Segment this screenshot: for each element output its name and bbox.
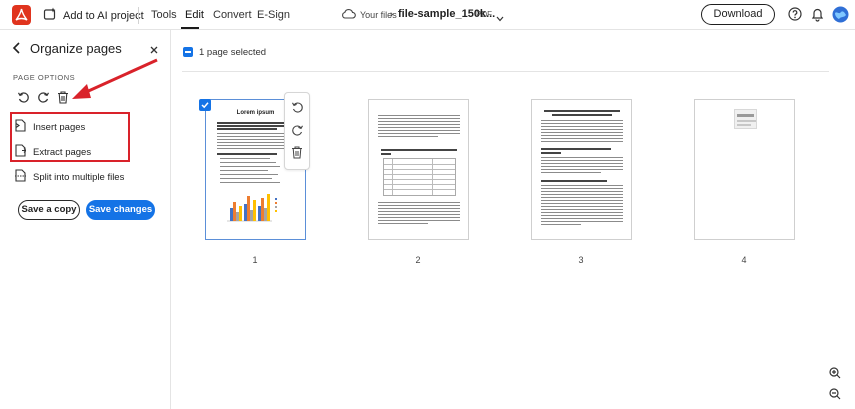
page-thumbnail-3[interactable]	[531, 99, 632, 240]
save-a-copy-button[interactable]: Save a copy	[18, 200, 80, 220]
divider	[138, 7, 139, 24]
notifications-bell-icon[interactable]	[811, 7, 824, 25]
delete-trash-icon[interactable]	[57, 91, 69, 107]
breadcrumb-separator: ›	[390, 9, 394, 20]
rotate-clockwise-icon[interactable]	[291, 124, 304, 140]
page-number-2: 2	[415, 255, 421, 265]
download-button[interactable]: Download	[701, 4, 775, 25]
divider	[182, 71, 829, 72]
close-icon[interactable]	[150, 43, 158, 57]
zoom-in-icon[interactable]	[829, 367, 841, 382]
save-changes-button[interactable]: Save changes	[86, 200, 155, 220]
insert-page-icon	[15, 119, 26, 135]
page-thumbnail-4[interactable]	[694, 99, 795, 240]
panel-title: Organize pages	[30, 41, 122, 56]
nav-edit[interactable]: Edit	[185, 9, 204, 21]
nav-tools[interactable]: Tools	[151, 9, 177, 21]
acrobat-logo-icon[interactable]	[12, 5, 31, 25]
page-table-figure	[383, 158, 456, 196]
selection-status: 1 page selected	[199, 47, 267, 58]
add-to-ai-project-label: Add to AI project	[63, 9, 144, 22]
page-number-3: 3	[578, 255, 584, 265]
active-tab-indicator	[181, 27, 199, 29]
nav-convert[interactable]: Convert	[213, 9, 252, 21]
split-files-item[interactable]: Split into multiple files	[15, 169, 124, 185]
ai-project-icon	[43, 7, 57, 24]
page-number-4: 4	[741, 255, 747, 265]
help-icon[interactable]	[788, 7, 802, 24]
back-arrow-icon[interactable]	[12, 42, 21, 57]
nav-esign[interactable]: E-Sign	[257, 9, 290, 21]
page-options-label: PAGE OPTIONS	[13, 73, 76, 82]
extract-pages-item[interactable]: Extract pages	[15, 144, 91, 160]
organize-pages-panel: Organize pages PAGE OPTIONS Insert pages…	[0, 30, 171, 409]
page-chart-figure	[227, 194, 277, 222]
avatar[interactable]	[832, 6, 849, 26]
extract-pages-label: Extract pages	[33, 146, 92, 158]
insert-pages-item[interactable]: Insert pages	[15, 119, 85, 135]
add-to-ai-project-button[interactable]: Add to AI project	[43, 7, 144, 24]
extract-page-icon	[15, 144, 27, 160]
page-number-1: 1	[252, 255, 258, 265]
top-bar: Add to AI project Tools Edit Convert E-S…	[0, 0, 855, 30]
file-type-badge: PDF	[476, 10, 492, 19]
page-thumbnail-toolbar	[284, 92, 310, 170]
chevron-down-icon[interactable]	[496, 11, 504, 25]
insert-pages-label: Insert pages	[33, 121, 86, 133]
cloud-icon	[341, 8, 356, 22]
split-files-label: Split into multiple files	[33, 171, 125, 183]
page-thumbnail-2[interactable]	[368, 99, 469, 240]
rotate-counterclockwise-icon[interactable]	[17, 91, 30, 107]
rotate-counterclockwise-icon[interactable]	[291, 101, 304, 117]
rotate-clockwise-icon[interactable]	[37, 91, 50, 107]
page-1-checkbox[interactable]	[199, 99, 211, 111]
split-file-icon	[15, 169, 26, 185]
delete-trash-icon[interactable]	[291, 146, 303, 162]
select-all-checkbox[interactable]	[183, 47, 193, 57]
zoom-out-icon[interactable]	[829, 388, 841, 403]
page-image-figure	[734, 109, 757, 129]
